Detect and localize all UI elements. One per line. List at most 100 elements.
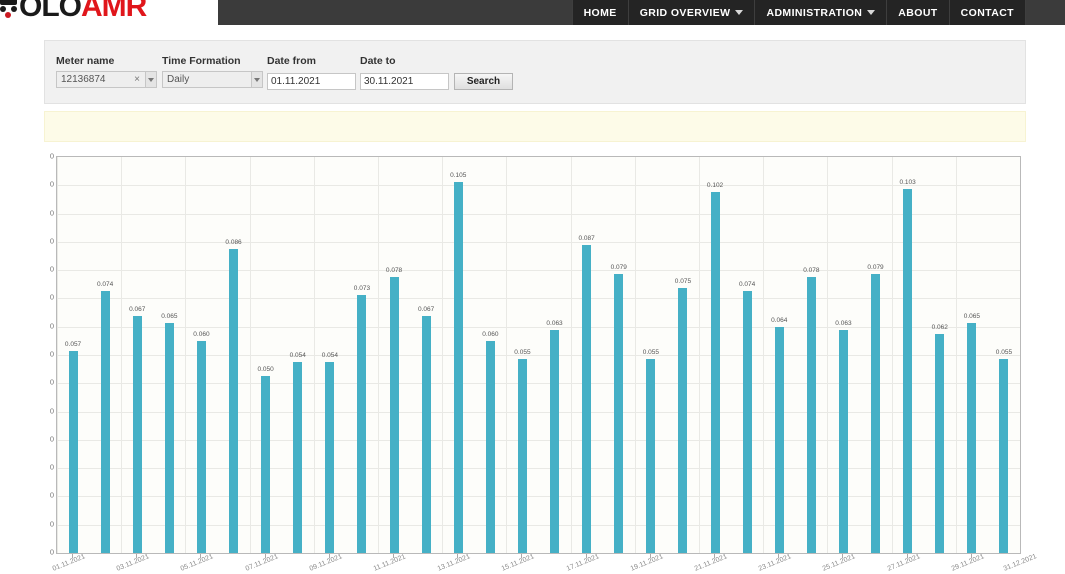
x-axis-tick-label: 05.11.2021 xyxy=(180,553,215,573)
x-axis-tick-label: 23.11.2021 xyxy=(757,553,793,573)
chart-bars: 0.057 0.074 0.067 0.065 0.060 0.086 0.050 0.054… xyxy=(57,157,1020,553)
y-axis-tick-label: 0 xyxy=(49,434,54,444)
x-axis-tick-label: 01.11.2021 xyxy=(51,553,87,573)
chart-bar[interactable] xyxy=(517,358,527,553)
chart-bar-value-label: 0.105 xyxy=(450,171,467,179)
chart-bar-value-label: 0.074 xyxy=(97,281,114,289)
chart-bar[interactable] xyxy=(678,287,688,553)
chart-bar-value-label: 0.054 xyxy=(289,352,306,360)
y-axis-tick-label: 0 xyxy=(49,406,54,416)
y-axis-tick-label: 0 xyxy=(49,519,54,529)
nav-item-home[interactable]: HOME xyxy=(571,0,629,25)
chart-x-axis-labels: 01.11.2021 03.11.2021 05.11.2021 07.11.2021… xyxy=(52,553,1065,574)
x-axis-tick-label: 25.11.2021 xyxy=(822,553,857,573)
nav-item-grid-overview[interactable]: GRID OVERVIEW xyxy=(629,0,756,25)
chart-bar[interactable] xyxy=(646,358,656,553)
chart-bar-value-label: 0.065 xyxy=(963,313,980,321)
chart-bar[interactable] xyxy=(68,351,78,553)
chart-bar[interactable] xyxy=(774,326,784,553)
notice-banner xyxy=(44,111,1026,142)
meter-name-select[interactable]: 12136874 × xyxy=(56,71,157,88)
chart-bar-value-label: 0.057 xyxy=(64,341,82,349)
chart-bar[interactable] xyxy=(164,323,174,553)
chart-bar[interactable] xyxy=(261,376,271,553)
y-axis-tick-label: 0 xyxy=(49,462,54,472)
chart-bar[interactable] xyxy=(614,273,624,553)
dots-logo-icon xyxy=(0,0,18,18)
brand-name-primary: OLO xyxy=(19,0,82,23)
chart-bar-value-label: 0.063 xyxy=(835,320,852,328)
chart-bar[interactable] xyxy=(742,291,752,553)
chart-y-axis: 0 0 0 0 0 0 0 0 0 0 0 0 0 0 0 xyxy=(40,150,56,557)
chart-bar-value-label: 0.055 xyxy=(514,348,531,356)
chart-bar[interactable] xyxy=(293,362,303,553)
chart-plot-area: 0.057 0.074 0.067 0.065 0.060 0.086 0.050 0.054… xyxy=(56,156,1021,554)
chevron-down-icon[interactable] xyxy=(251,72,262,87)
chart-bar[interactable] xyxy=(325,362,335,553)
y-axis-tick-label: 0 xyxy=(49,151,54,161)
x-axis-tick-label: 31.12.2021 xyxy=(1002,553,1038,573)
date-from-input[interactable] xyxy=(267,73,356,90)
chart-bar-value-label: 0.065 xyxy=(161,313,178,321)
chart-bar-value-label: 0.060 xyxy=(482,330,499,338)
brand-logo[interactable]: OLO AMR xyxy=(0,0,147,23)
chart-bar-value-label: 0.073 xyxy=(353,284,371,292)
chart-bar[interactable] xyxy=(710,192,720,553)
chart-bar-value-label: 0.079 xyxy=(610,263,627,271)
search-button[interactable]: Search xyxy=(454,73,513,90)
y-axis-tick-label: 0 xyxy=(49,377,54,387)
chart-bar-value-label: 0.067 xyxy=(418,306,435,314)
nav-item-administration[interactable]: ADMINISTRATION xyxy=(755,0,888,25)
nav-label: ADMINISTRATION xyxy=(766,6,863,19)
chart-bar[interactable] xyxy=(550,330,560,553)
time-formation-label: Time Formation xyxy=(162,55,241,67)
chart-bar[interactable] xyxy=(806,277,816,553)
chart-bar[interactable] xyxy=(999,358,1009,553)
chart-bar[interactable] xyxy=(357,294,367,553)
meter-name-field-group: Meter name 12136874 × xyxy=(56,55,157,88)
chevron-down-icon[interactable] xyxy=(145,72,156,87)
chart-bar[interactable] xyxy=(582,245,592,553)
chart-bar[interactable] xyxy=(229,248,239,553)
nav-item-about[interactable]: ABOUT xyxy=(887,0,950,25)
nav-item-contact[interactable]: CONTACT xyxy=(950,0,1026,25)
chart-bar[interactable] xyxy=(967,323,977,553)
y-axis-tick-label: 0 xyxy=(49,349,54,359)
chart-bar[interactable] xyxy=(903,188,913,553)
chart-bar[interactable] xyxy=(485,340,495,553)
chart-bar[interactable] xyxy=(871,273,881,553)
chart-bar-value-label: 0.075 xyxy=(674,277,692,285)
chart-bar-value-label: 0.086 xyxy=(225,238,242,246)
nav-label: CONTACT xyxy=(960,6,1014,19)
chart-bar-value-label: 0.079 xyxy=(867,263,884,271)
x-axis-tick-label: 11.11.2021 xyxy=(372,553,407,573)
chart-bar-value-label: 0.103 xyxy=(899,178,916,186)
x-axis-tick-label: 21.11.2021 xyxy=(693,553,729,573)
chart-bar[interactable] xyxy=(196,340,206,553)
chart-bar-value-label: 0.062 xyxy=(931,323,948,331)
time-formation-select[interactable]: Daily xyxy=(162,71,263,88)
chart-bar[interactable] xyxy=(132,316,142,553)
filter-panel: Meter name 12136874 × Time Formation Dai… xyxy=(44,40,1026,104)
date-to-field-group: Date to xyxy=(360,55,449,90)
chart-bar[interactable] xyxy=(421,316,431,553)
chart-bar[interactable] xyxy=(935,333,945,553)
chart-bar-value-label: 0.055 xyxy=(642,348,659,356)
chart-bar[interactable] xyxy=(389,277,399,553)
chart-bar-value-label: 0.054 xyxy=(321,352,338,360)
x-axis-tick-label: 09.11.2021 xyxy=(308,553,344,573)
date-to-input[interactable] xyxy=(360,73,449,90)
consumption-bar-chart: 0 0 0 0 0 0 0 0 0 0 0 0 0 0 0 0.057 0.074 0.067 0.065 0.06… xyxy=(40,150,1065,573)
main-navigation: HOME GRID OVERVIEW ADMINISTRATION ABOUT … xyxy=(571,0,1026,25)
chart-bar[interactable] xyxy=(453,181,463,553)
chart-bar-value-label: 0.067 xyxy=(129,306,146,314)
clear-icon[interactable]: × xyxy=(134,74,145,85)
chart-bar-value-label: 0.055 xyxy=(995,348,1013,356)
chart-bar-value-label: 0.063 xyxy=(546,320,563,328)
chart-bar[interactable] xyxy=(838,330,848,553)
chart-bar-value-label: 0.102 xyxy=(706,182,724,190)
y-axis-tick-label: 0 xyxy=(49,547,54,557)
chart-bar[interactable] xyxy=(100,291,110,553)
chart-bar-value-label: 0.078 xyxy=(803,267,820,275)
x-axis-tick-label: 13.11.2021 xyxy=(436,553,472,573)
